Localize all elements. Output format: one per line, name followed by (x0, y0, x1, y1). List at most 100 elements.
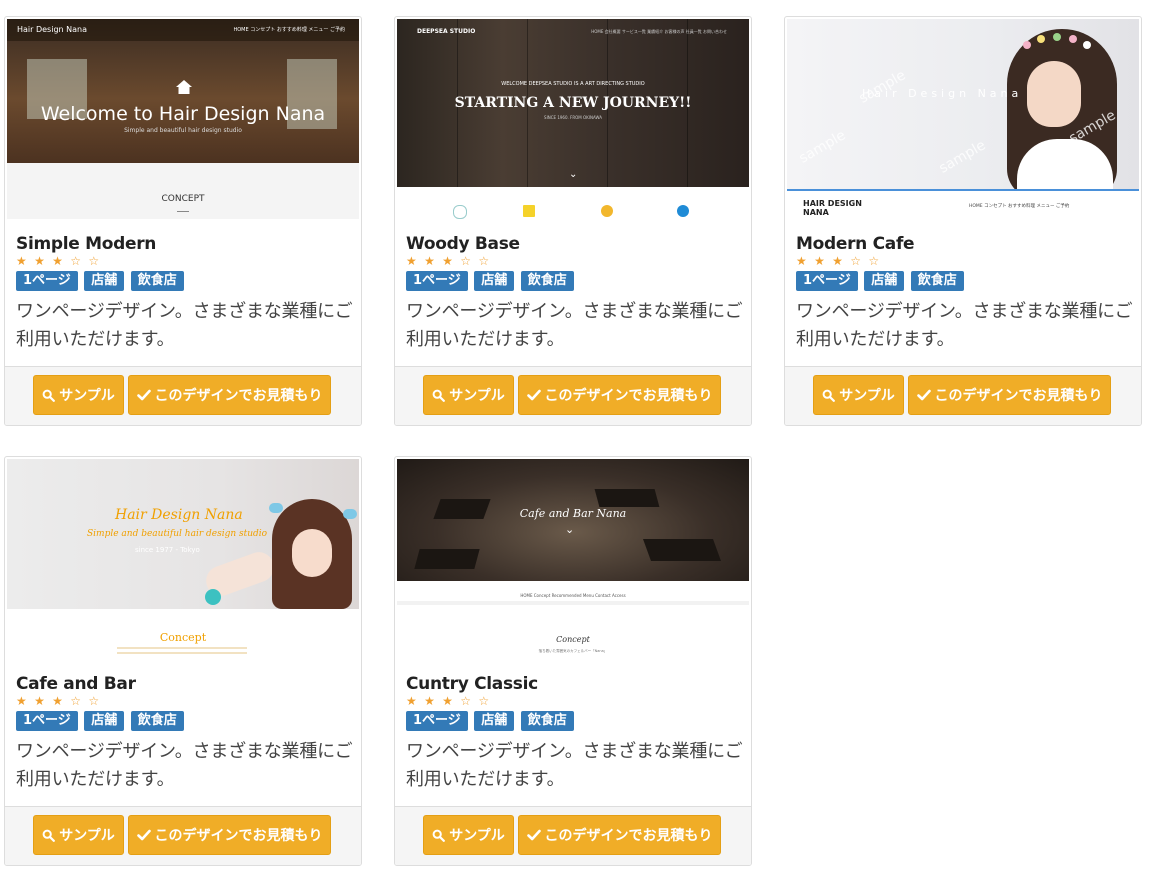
rating-stars: ★ ★ ★ ☆ ☆ (406, 694, 492, 708)
rating-stars: ★ ★ ★ ☆ ☆ (796, 254, 882, 268)
thumb-nav: HOME コンセプト おすすめ料理 メニュー ご予約 (969, 204, 1070, 209)
check-icon (526, 389, 541, 401)
thumb-divider (177, 211, 189, 212)
thumb-ribbon (269, 503, 283, 513)
thumb-hero-subtitle: SINCE 1960. FROM OKINAWA (544, 115, 602, 120)
thumb-table (594, 489, 660, 507)
thumb-hero-subtitle: Simple and beautiful hair design studio (124, 127, 242, 134)
sample-button[interactable]: サンプル (33, 815, 124, 855)
tag-list: 1ページ 店舗 飲食店 (406, 271, 743, 293)
card-footer: サンプル このデザインでお見積もり (5, 366, 361, 425)
card-title: Simple Modern (16, 234, 157, 254)
thumb-hero-title: Hair Design Nana (862, 87, 1023, 100)
thumb-flower (1023, 41, 1031, 49)
rating-stars: ★ ★ ★ ☆ ☆ (16, 254, 102, 268)
lightbulb-icon (453, 205, 467, 219)
sample-button-label: サンプル (449, 828, 505, 844)
template-thumbnail[interactable]: Hair Design Nana Simple and beautiful ha… (7, 459, 359, 659)
quote-button-label: このデザインでお見積もり (154, 388, 323, 404)
template-card-woody-base: DEEPSEA STUDIO HOME 会社概要 サービス一覧 業績紹介 お客様… (394, 16, 752, 426)
card-body: Simple Modern ★ ★ ★ ☆ ☆ 1ページ 店舗 飲食店 ワンペー… (16, 233, 353, 354)
quote-button-label: このデザインでお見積もり (544, 828, 713, 844)
template-card-cuntry-classic: Cafe and Bar Nana ⌄ HOME Concept Recomme… (394, 456, 752, 866)
tag-list: 1ページ 店舗 飲食店 (16, 711, 353, 733)
search-icon (432, 389, 446, 402)
quote-button[interactable]: このデザインでお見積もり (128, 375, 331, 415)
card-footer: サンプル このデザインでお見積もり (395, 366, 751, 425)
tag-list: 1ページ 店舗 飲食店 (406, 711, 743, 733)
chevron-down-icon: ⌄ (565, 524, 575, 536)
card-body: Cafe and Bar ★ ★ ★ ☆ ☆ 1ページ 店舗 飲食店 ワンページ… (16, 673, 353, 794)
thumb-watermark: sample (796, 127, 849, 167)
tag-store: 店舗 (474, 711, 515, 731)
tag-pages: 1ページ (796, 271, 858, 291)
thumb-script-subtitle: Simple and beautiful hair design studio (87, 529, 268, 539)
quote-button-label: このデザインでお見積もり (544, 388, 713, 404)
tag-store: 店舗 (84, 271, 125, 291)
template-thumbnail[interactable]: Cafe and Bar Nana ⌄ HOME Concept Recomme… (397, 459, 749, 659)
sample-button-label: サンプル (449, 388, 505, 404)
quote-button[interactable]: このデザインでお見積もり (518, 815, 721, 855)
template-thumbnail[interactable]: DEEPSEA STUDIO HOME 会社概要 サービス一覧 業績紹介 お客様… (397, 19, 749, 219)
quote-button-label: このデザインでお見積もり (154, 828, 323, 844)
quote-button[interactable]: このデザインでお見積もり (908, 375, 1111, 415)
thumb-nav: HOME Concept Recommended Menu Contact Ac… (520, 593, 626, 598)
search-icon (42, 829, 56, 842)
sample-button[interactable]: サンプル (33, 375, 124, 415)
thumb-watermark: sample (936, 137, 989, 177)
template-card-modern-cafe: sample sample sample sample Hair Design … (784, 16, 1142, 426)
thumb-brand-line1: HAIR DESIGN (803, 199, 862, 208)
tag-list: 1ページ 店舗 飲食店 (16, 271, 353, 293)
card-description: ワンページデザイン。さまざまな業種にご利用いただけます。 (16, 301, 353, 350)
sample-button[interactable]: サンプル (423, 815, 514, 855)
lock-icon (677, 205, 689, 217)
template-card-simple-modern: Hair Design Nana HOME コンセプト おすすめ料理 メニュー … (4, 16, 362, 426)
card-title: Cafe and Bar (16, 674, 136, 694)
chevron-down-icon: ⌄ (569, 169, 578, 180)
thumb-logo: DEEPSEA STUDIO (417, 28, 476, 35)
tag-restaurant: 飲食店 (910, 271, 964, 291)
thumb-concept-heading: Concept (556, 635, 590, 644)
thumb-since: since 1977 - Tokyo (135, 546, 200, 554)
thumb-concept-subtitle: 落ち着いた雰囲気のカフェ＆バー「Nana」 (538, 649, 608, 653)
tag-store: 店舗 (864, 271, 905, 291)
thumb-photo-cup (205, 589, 221, 605)
card-body: Woody Base ★ ★ ★ ☆ ☆ 1ページ 店舗 飲食店 ワンページデザ… (406, 233, 743, 354)
thumb-ribbon (343, 509, 357, 519)
thumb-welcome: WELCOME DEEPSEA STUDIO IS A ART DIRECTIN… (501, 81, 645, 87)
thumb-hero-title: Cafe and Bar Nana (519, 507, 627, 520)
card-body: Modern Cafe ★ ★ ★ ☆ ☆ 1ページ 店舗 飲食店 ワンページデ… (796, 233, 1133, 354)
thumb-flower (1069, 35, 1077, 43)
card-description: ワンページデザイン。さまざまな業種にご利用いただけます。 (16, 741, 353, 790)
tag-restaurant: 飲食店 (520, 271, 574, 291)
sample-button-label: サンプル (59, 828, 115, 844)
quote-button[interactable]: このデザインでお見積もり (518, 375, 721, 415)
template-thumbnail[interactable]: Hair Design Nana HOME コンセプト おすすめ料理 メニュー … (7, 19, 359, 219)
sample-button[interactable]: サンプル (813, 375, 904, 415)
card-title: Cuntry Classic (406, 674, 538, 694)
card-title: Modern Cafe (796, 234, 915, 254)
thumb-brand-line2: NANA (803, 208, 829, 217)
check-icon (136, 389, 151, 401)
thumb-logo: Hair Design Nana (17, 25, 87, 34)
card-description: ワンページデザイン。さまざまな業種にご利用いただけます。 (796, 301, 1133, 350)
sample-button[interactable]: サンプル (423, 375, 514, 415)
home-icon (176, 80, 192, 94)
thumb-flower (1083, 41, 1091, 49)
thumb-table (642, 539, 722, 561)
thumb-photo-face (1027, 61, 1081, 127)
template-thumbnail[interactable]: sample sample sample sample Hair Design … (787, 19, 1139, 219)
card-footer: サンプル このデザインでお見積もり (785, 366, 1141, 425)
thumb-script-title: Hair Design Nana (115, 507, 243, 523)
thumb-photo-face (292, 529, 332, 577)
thumb-separator (397, 601, 749, 605)
sample-button-label: サンプル (59, 388, 115, 404)
card-footer: サンプル このデザインでお見積もり (5, 806, 361, 865)
rating-stars: ★ ★ ★ ☆ ☆ (16, 694, 102, 708)
thumb-table (414, 549, 480, 569)
thumb-hero-title: STARTING A NEW JOURNEY!! (454, 95, 692, 111)
quote-button[interactable]: このデザインでお見積もり (128, 815, 331, 855)
thumb-brand: HAIR DESIGN NANA (803, 199, 862, 217)
tag-list: 1ページ 店舗 飲食店 (796, 271, 1133, 293)
puzzle-icon (601, 205, 613, 217)
